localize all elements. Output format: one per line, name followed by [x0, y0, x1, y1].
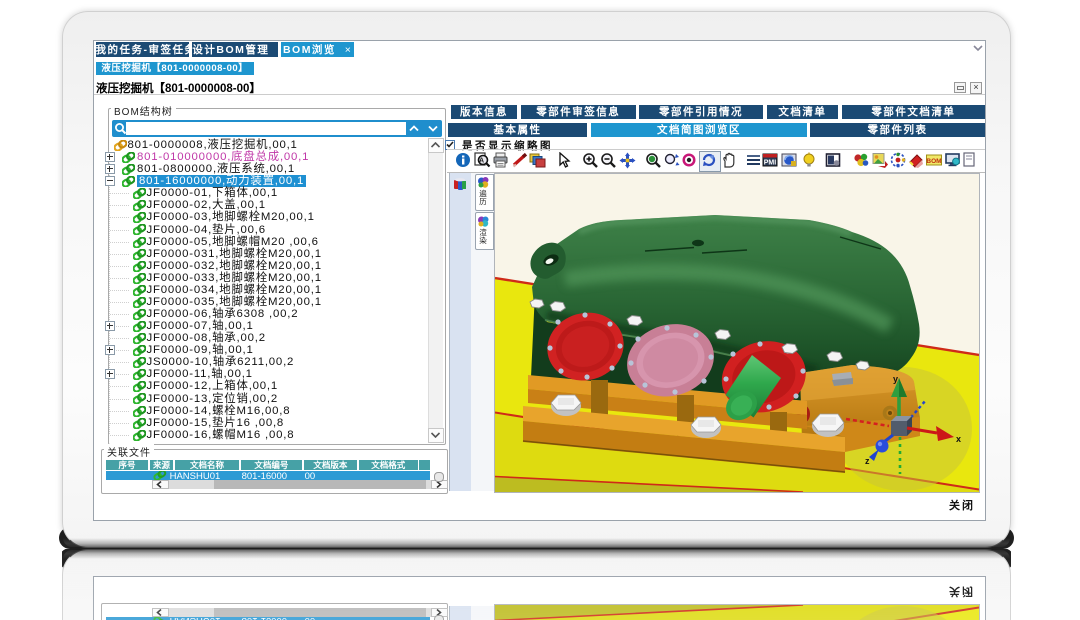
- svg-text:z: z: [865, 456, 870, 466]
- svg-text:y: y: [893, 374, 898, 384]
- svg-text:x: x: [956, 434, 961, 444]
- svg-text:PMI: PMI: [764, 160, 777, 167]
- svg-text:BOM: BOM: [926, 158, 941, 165]
- svg-text:A: A: [479, 158, 484, 165]
